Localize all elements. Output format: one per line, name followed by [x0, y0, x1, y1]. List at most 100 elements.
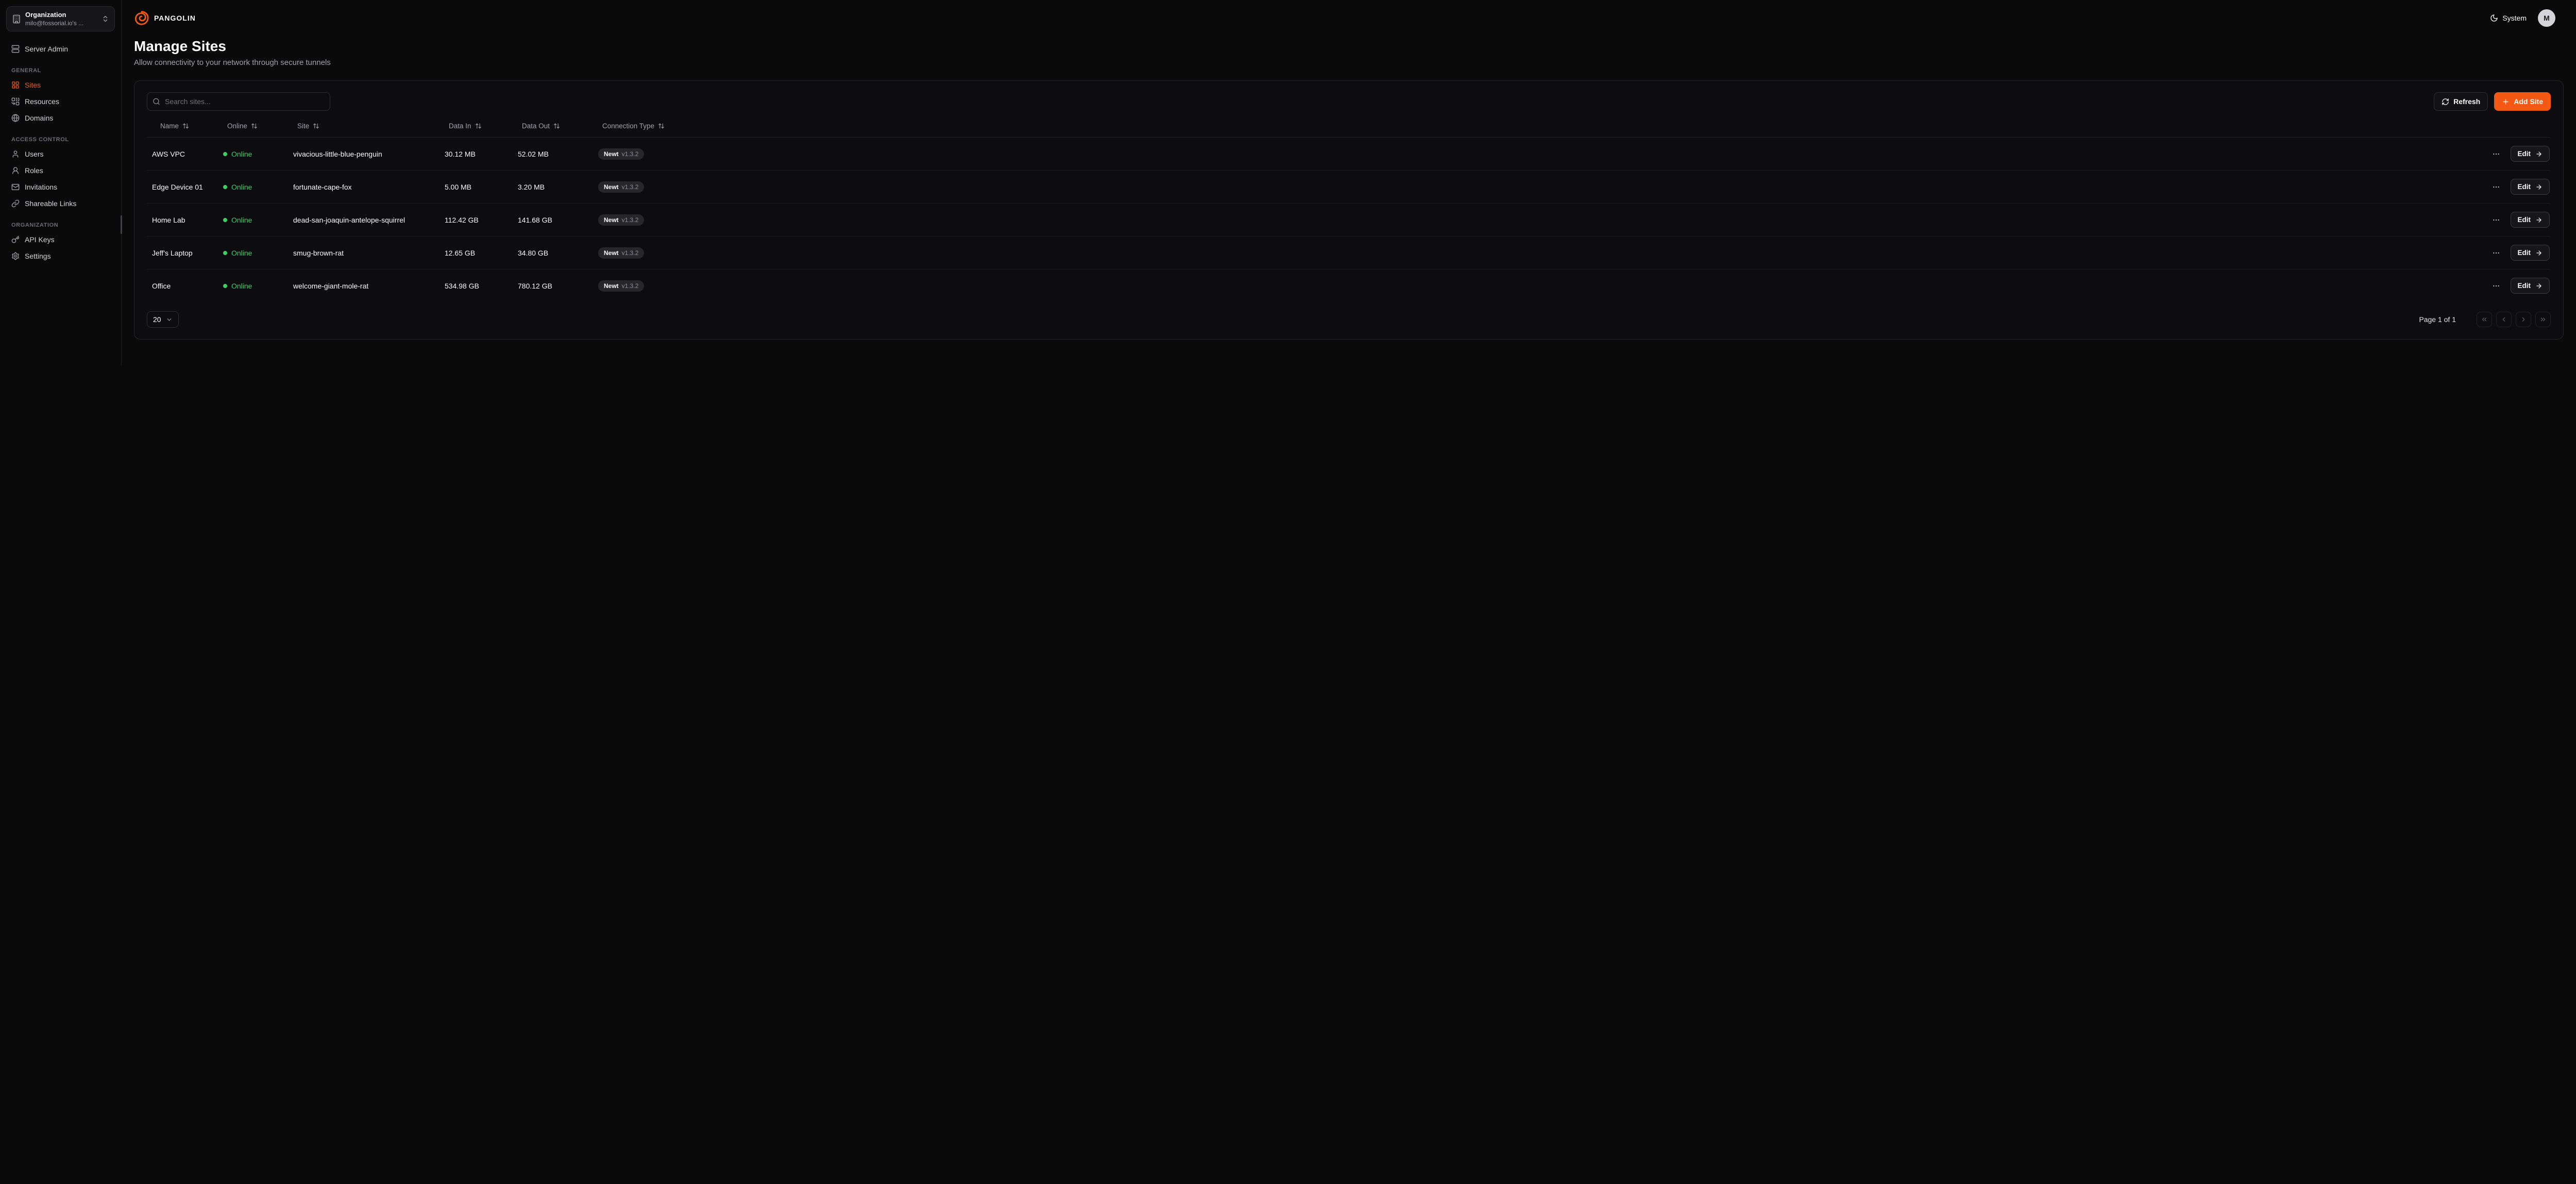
sort-icon — [553, 123, 560, 129]
cell-name: Home Lab — [147, 208, 219, 232]
next-page-button[interactable] — [2516, 312, 2531, 327]
table-footer: 20 Page 1 of 1 — [147, 311, 2551, 328]
avatar[interactable]: M — [2538, 9, 2555, 27]
page-title: Manage Sites — [134, 38, 2564, 55]
sidebar-item-label: Invitations — [25, 183, 57, 191]
sidebar-item-api-keys[interactable]: API Keys — [6, 231, 115, 248]
cell-online: Online — [219, 241, 289, 265]
online-dot-icon — [223, 185, 227, 189]
sidebar-item-server-admin[interactable]: Server Admin — [6, 41, 115, 57]
sidebar-item-domains[interactable]: Domains — [6, 110, 115, 126]
edit-button[interactable]: Edit — [2511, 146, 2550, 162]
row-menu-button[interactable] — [2490, 214, 2502, 226]
plus-icon — [2502, 98, 2510, 106]
cell-data-out: 3.20 MB — [514, 175, 594, 199]
table-row: Edge Device 01 Online fortunate-cape-fox… — [147, 171, 2551, 204]
sidebar-item-resources[interactable]: Resources — [6, 93, 115, 110]
status-label: Online — [231, 216, 252, 224]
page-subtitle: Allow connectivity to your network throu… — [134, 58, 2564, 67]
key-icon — [11, 235, 20, 244]
sidebar-item-settings[interactable]: Settings — [6, 248, 115, 264]
edit-button[interactable]: Edit — [2511, 179, 2550, 195]
row-menu-button[interactable] — [2490, 280, 2502, 292]
row-menu-button[interactable] — [2490, 247, 2502, 259]
column-header-name[interactable]: Name — [147, 117, 219, 137]
prev-page-button[interactable] — [2496, 312, 2512, 327]
org-selector[interactable]: Organization milo@fossorial.io's ... — [6, 6, 115, 31]
sidebar-item-invitations[interactable]: Invitations — [6, 179, 115, 195]
column-header-connection-type[interactable]: Connection Type — [594, 117, 720, 137]
sidebar-item-label: Roles — [25, 166, 43, 175]
row-menu-button[interactable] — [2490, 181, 2502, 193]
column-label: Name — [160, 122, 179, 130]
search-input[interactable] — [147, 92, 330, 111]
refresh-label: Refresh — [2453, 97, 2480, 106]
page-size-select[interactable]: 20 — [147, 311, 179, 328]
cell-connection-type: Newt v1.3.2 — [594, 206, 720, 234]
column-header-site[interactable]: Site — [289, 117, 440, 137]
cell-actions: Edit — [720, 236, 2551, 269]
connection-type-badge: Newt v1.3.2 — [598, 181, 644, 193]
cell-site: smug-brown-rat — [289, 241, 440, 265]
arrow-right-icon — [2535, 150, 2543, 158]
add-site-button[interactable]: Add Site — [2494, 92, 2551, 111]
table-header: Name Online Site Data In — [147, 117, 2551, 138]
column-header-data-in[interactable]: Data In — [440, 117, 514, 137]
connection-type-version: v1.3.2 — [622, 216, 639, 224]
cell-data-in: 12.65 GB — [440, 241, 514, 265]
section-label-general: GENERAL — [11, 67, 110, 74]
column-header-online[interactable]: Online — [219, 117, 289, 137]
column-label: Online — [227, 122, 247, 130]
status-badge: Online — [223, 282, 285, 290]
combine-icon — [11, 97, 20, 106]
cell-data-out: 34.80 GB — [514, 241, 594, 265]
user-icon — [11, 150, 20, 158]
toolbar-buttons: Refresh Add Site — [2434, 92, 2551, 111]
sidebar-item-users[interactable]: Users — [6, 146, 115, 162]
last-page-button[interactable] — [2535, 312, 2551, 327]
org-value: milo@fossorial.io's ... — [25, 20, 97, 27]
cell-connection-type: Newt v1.3.2 — [594, 173, 720, 201]
row-menu-button[interactable] — [2490, 148, 2502, 160]
connection-type-version: v1.3.2 — [622, 249, 639, 257]
refresh-button[interactable]: Refresh — [2434, 92, 2488, 111]
edit-label: Edit — [2518, 216, 2531, 224]
cell-data-out: 780.12 GB — [514, 274, 594, 298]
theme-toggle[interactable]: System — [2490, 14, 2527, 22]
edit-label: Edit — [2518, 249, 2531, 257]
edit-button[interactable]: Edit — [2511, 278, 2550, 294]
sidebar-item-roles[interactable]: Roles — [6, 162, 115, 179]
edit-button[interactable]: Edit — [2511, 212, 2550, 228]
column-label: Data Out — [522, 122, 550, 130]
status-label: Online — [231, 150, 252, 158]
column-header-actions — [720, 121, 2551, 133]
connection-type-name: Newt — [604, 183, 619, 191]
sidebar-item-sites[interactable]: Sites — [6, 77, 115, 93]
edit-button[interactable]: Edit — [2511, 245, 2550, 261]
cell-site: welcome-giant-mole-rat — [289, 274, 440, 298]
edit-label: Edit — [2518, 150, 2531, 158]
column-label: Site — [297, 122, 309, 130]
pager-buttons — [2477, 312, 2551, 327]
cell-data-in: 5.00 MB — [440, 175, 514, 199]
status-label: Online — [231, 249, 252, 257]
connection-type-version: v1.3.2 — [622, 183, 639, 191]
sort-icon — [313, 123, 319, 129]
first-page-button[interactable] — [2477, 312, 2492, 327]
pangolin-logo-icon — [134, 10, 149, 26]
connection-type-badge: Newt v1.3.2 — [598, 247, 644, 259]
content: Manage Sites Allow connectivity to your … — [122, 34, 2576, 360]
cell-online: Online — [219, 175, 289, 199]
search-wrap — [147, 92, 330, 111]
edit-label: Edit — [2518, 282, 2531, 290]
cell-data-in: 534.98 GB — [440, 274, 514, 298]
sidebar-item-shareable-links[interactable]: Shareable Links — [6, 195, 115, 212]
chevrons-up-down-icon — [101, 15, 109, 23]
connection-type-version: v1.3.2 — [622, 150, 639, 158]
sidebar-scrollbar-thumb[interactable] — [121, 215, 122, 234]
sidebar-item-label: API Keys — [25, 235, 55, 244]
sidebar: Organization milo@fossorial.io's ... Ser… — [0, 0, 122, 366]
online-dot-icon — [223, 152, 227, 156]
cell-site: dead-san-joaquin-antelope-squirrel — [289, 208, 440, 232]
column-header-data-out[interactable]: Data Out — [514, 117, 594, 137]
